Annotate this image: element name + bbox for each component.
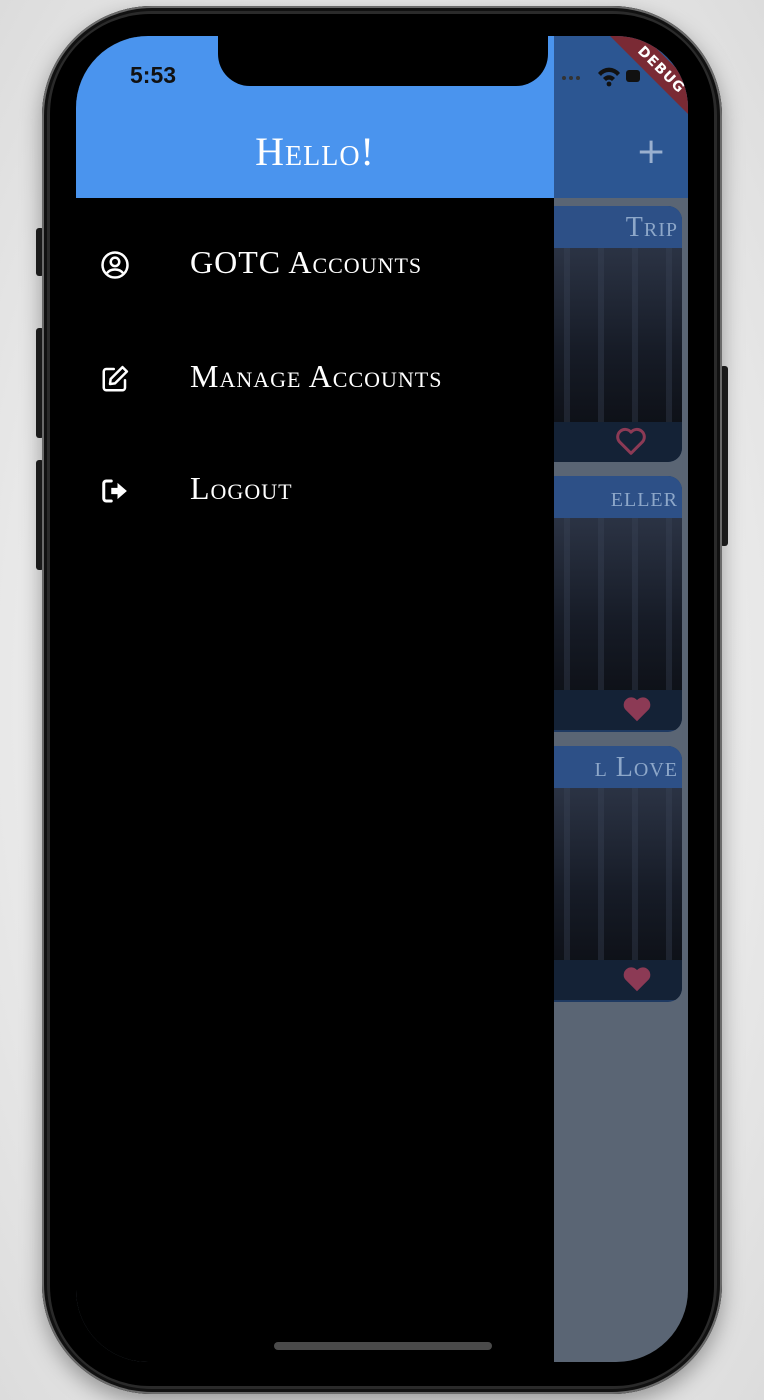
notch xyxy=(218,36,548,86)
heart-filled-icon[interactable] xyxy=(620,964,654,994)
drawer-item-label: GOTC Accounts xyxy=(190,244,423,280)
battery-icon xyxy=(626,70,640,82)
drawer-item-manage-accounts[interactable]: Manage Accounts xyxy=(76,358,554,464)
heart-filled-icon[interactable] xyxy=(620,694,654,724)
drawer-item-gotc-accounts[interactable]: GOTC Accounts xyxy=(76,244,554,350)
wifi-icon xyxy=(598,67,620,87)
drawer-item-logout[interactable]: Logout xyxy=(76,470,554,576)
edit-icon xyxy=(102,365,129,392)
home-indicator[interactable] xyxy=(274,1342,492,1350)
status-time: 5:53 xyxy=(130,62,177,88)
navigation-drawer: 5:53 Hello! GOTC Accounts Manage Account… xyxy=(76,36,554,1362)
drawer-title: Hello! xyxy=(255,129,375,174)
screen: + Trip K eller M l Love M xyxy=(76,36,688,1362)
add-button[interactable]: + xyxy=(636,132,666,172)
drawer-item-label: Manage Accounts xyxy=(190,358,443,394)
heart-outline-icon[interactable] xyxy=(614,426,648,456)
signal-icon xyxy=(562,76,580,80)
user-circle-icon xyxy=(101,251,129,279)
drawer-item-label: Logout xyxy=(190,470,293,506)
status-icons xyxy=(562,67,640,87)
logout-icon xyxy=(102,479,127,503)
